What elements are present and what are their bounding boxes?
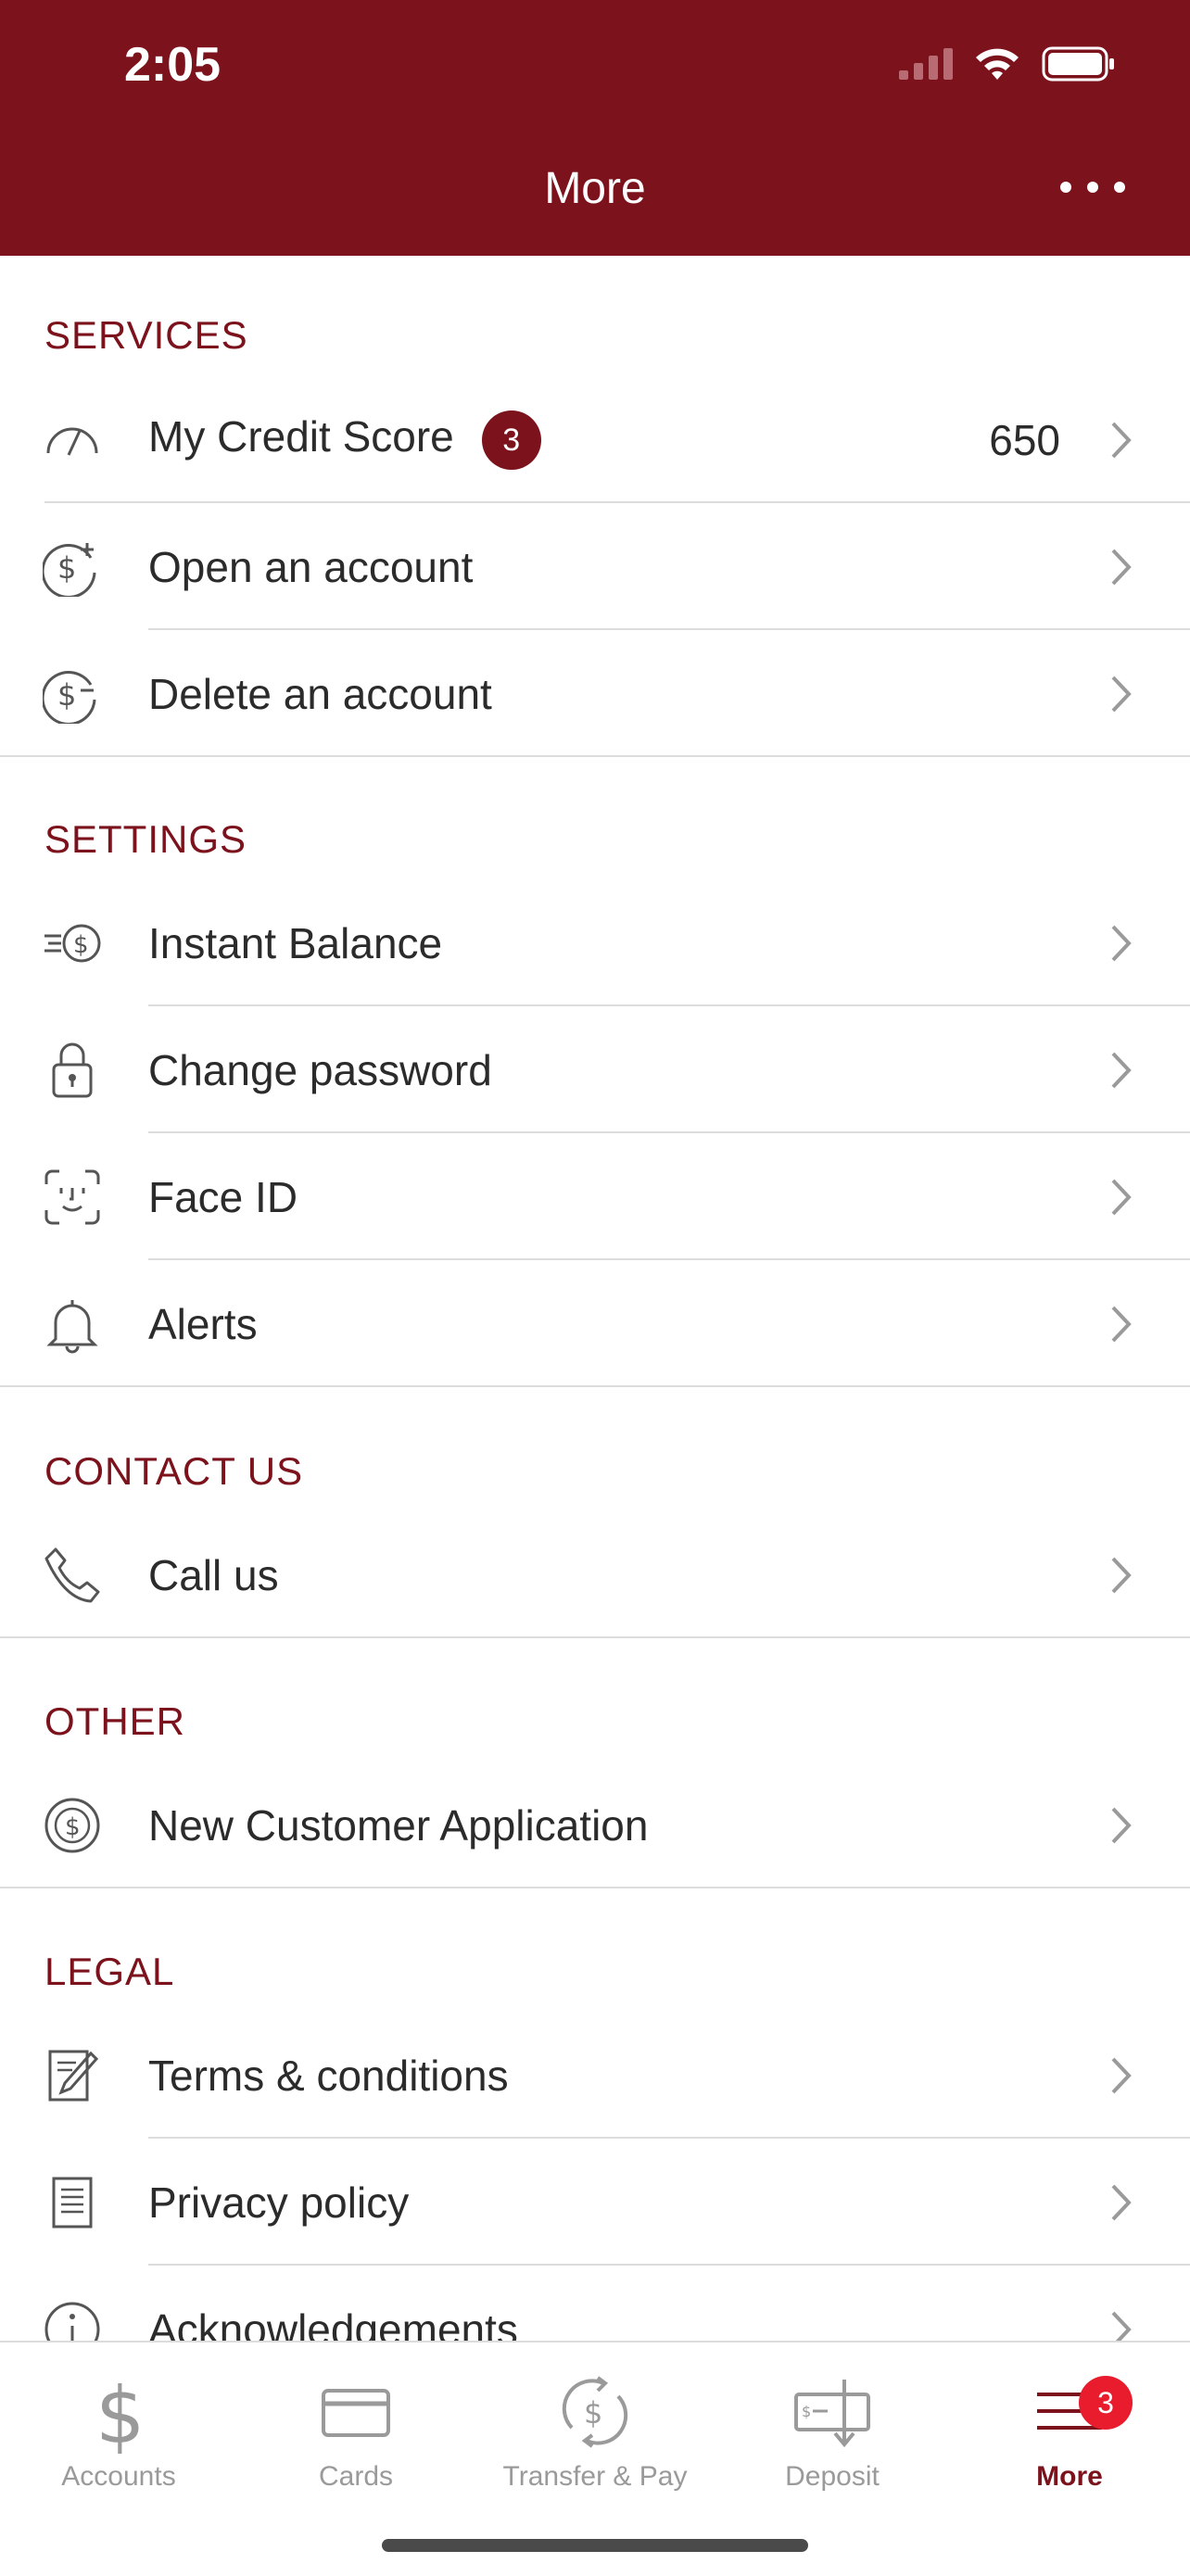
wifi-icon (976, 48, 1019, 80)
svg-text:$: $ (65, 1813, 81, 1841)
row-delete-account[interactable]: $ Delete an account (0, 630, 1190, 757)
dollar-coin-icon: $ (44, 1798, 100, 1852)
row-credit-score[interactable]: My Credit Score 3 650 (0, 376, 1190, 503)
section-header-legal: LEGAL (44, 1950, 175, 1993)
document-icon (52, 2177, 93, 2228)
more-options-icon[interactable] (1060, 165, 1125, 209)
tab-accounts[interactable]: $ Accounts (0, 2361, 237, 2509)
credit-score-label: My Credit Score (148, 411, 454, 461)
chevron-right-icon (1111, 925, 1132, 961)
row-open-account[interactable]: $ Open an account (0, 503, 1190, 630)
chevron-right-icon (1111, 2311, 1132, 2341)
delete-account-label: Delete an account (148, 669, 492, 718)
lock-icon (52, 1042, 93, 1097)
section-header-other: OTHER (44, 1699, 185, 1743)
dollar-icon: $ (95, 2370, 145, 2454)
tab-deposit-label: Deposit (785, 2461, 880, 2492)
chevron-right-icon (1111, 2057, 1132, 2093)
more-badge: 3 (1079, 2376, 1133, 2430)
chevron-right-icon (1111, 1807, 1132, 1843)
row-instant-balance[interactable]: $ Instant Balance (0, 879, 1190, 1006)
fast-dollar-icon: $ (44, 924, 101, 962)
tab-accounts-label: Accounts (61, 2461, 176, 2492)
signal-icon (899, 48, 953, 80)
tab-transfer-pay-label: Transfer & Pay (502, 2461, 688, 2492)
tab-more[interactable]: More 3 (951, 2361, 1188, 2509)
row-acknowledgements[interactable]: Acknowledgements (0, 2266, 1190, 2341)
more-list: SERVICES My Credit Score 3 650 $ Open an … (0, 256, 1190, 2341)
document-pen-icon (48, 2050, 99, 2101)
section-divider (0, 1887, 1190, 1888)
face-id-icon (44, 1169, 100, 1224)
check-deposit-icon: $ (794, 2380, 870, 2448)
bell-icon (46, 1299, 98, 1353)
instant-balance-label: Instant Balance (148, 918, 443, 967)
row-privacy[interactable]: Privacy policy (0, 2139, 1190, 2266)
transfer-dollar-icon: $ (562, 2376, 628, 2448)
row-face-id[interactable]: Face ID (0, 1133, 1190, 1260)
dollar-minus-icon: $ (43, 670, 96, 724)
tab-transfer-pay[interactable]: $ Transfer & Pay (476, 2361, 714, 2509)
status-icons (899, 46, 1116, 82)
phone-icon (44, 1547, 100, 1602)
change-password-label: Change password (148, 1045, 492, 1094)
home-indicator[interactable] (382, 2539, 808, 2552)
tab-more-label: More (1036, 2461, 1103, 2492)
section-divider (0, 1385, 1190, 1387)
row-new-customer-application[interactable]: $ New Customer Application (0, 1762, 1190, 1888)
svg-text:$: $ (584, 2395, 602, 2431)
call-us-label: Call us (148, 1550, 279, 1599)
credit-score-value: 650 (989, 415, 1060, 464)
chevron-right-icon (1111, 1557, 1132, 1593)
open-account-label: Open an account (148, 542, 474, 591)
section-header-settings: SETTINGS (44, 817, 247, 861)
chevron-right-icon (1111, 549, 1132, 585)
status-time: 2:05 (124, 38, 222, 92)
tab-cards-label: Cards (318, 2461, 394, 2492)
tab-deposit[interactable]: $ Deposit (714, 2361, 951, 2509)
section-divider (0, 1636, 1190, 1638)
svg-text:$: $ (57, 550, 76, 586)
speedometer-icon (46, 427, 98, 456)
credit-score-badge: 3 (481, 410, 541, 470)
page-title: More (544, 164, 646, 213)
row-terms[interactable]: Terms & conditions (0, 2012, 1190, 2139)
chevron-right-icon (1111, 1052, 1132, 1088)
row-change-password[interactable]: Change password (0, 1006, 1190, 1133)
row-alerts[interactable]: Alerts (0, 1260, 1190, 1387)
chevron-right-icon (1111, 1179, 1132, 1215)
card-icon (322, 2389, 390, 2437)
chevron-right-icon (1111, 2184, 1132, 2220)
credit-score-label-wrap: My Credit Score 3 (148, 410, 541, 470)
dollar-plus-icon: $ (43, 542, 96, 597)
battery-icon (1042, 46, 1114, 82)
privacy-label: Privacy policy (148, 2178, 410, 2227)
acknowledgements-label: Acknowledgements (148, 2305, 518, 2342)
svg-text:$: $ (95, 2370, 145, 2454)
section-header-services: SERVICES (44, 313, 248, 357)
svg-text:$: $ (802, 2403, 811, 2420)
tab-cards[interactable]: Cards (237, 2361, 475, 2509)
alerts-label: Alerts (148, 1299, 258, 1348)
row-call-us[interactable]: Call us (0, 1511, 1190, 1638)
info-icon (44, 2302, 100, 2341)
section-header-contact: CONTACT US (44, 1449, 304, 1493)
new-customer-application-label: New Customer Application (148, 1800, 649, 1850)
chevron-right-icon (1111, 422, 1132, 458)
terms-label: Terms & conditions (148, 2051, 509, 2100)
chevron-right-icon (1111, 676, 1132, 712)
face-id-label: Face ID (148, 1172, 298, 1221)
chevron-right-icon (1111, 1306, 1132, 1342)
svg-text:$: $ (57, 677, 76, 713)
svg-text:$: $ (73, 931, 89, 959)
top-header: 2:05 More (0, 0, 1190, 256)
section-divider (0, 755, 1190, 757)
